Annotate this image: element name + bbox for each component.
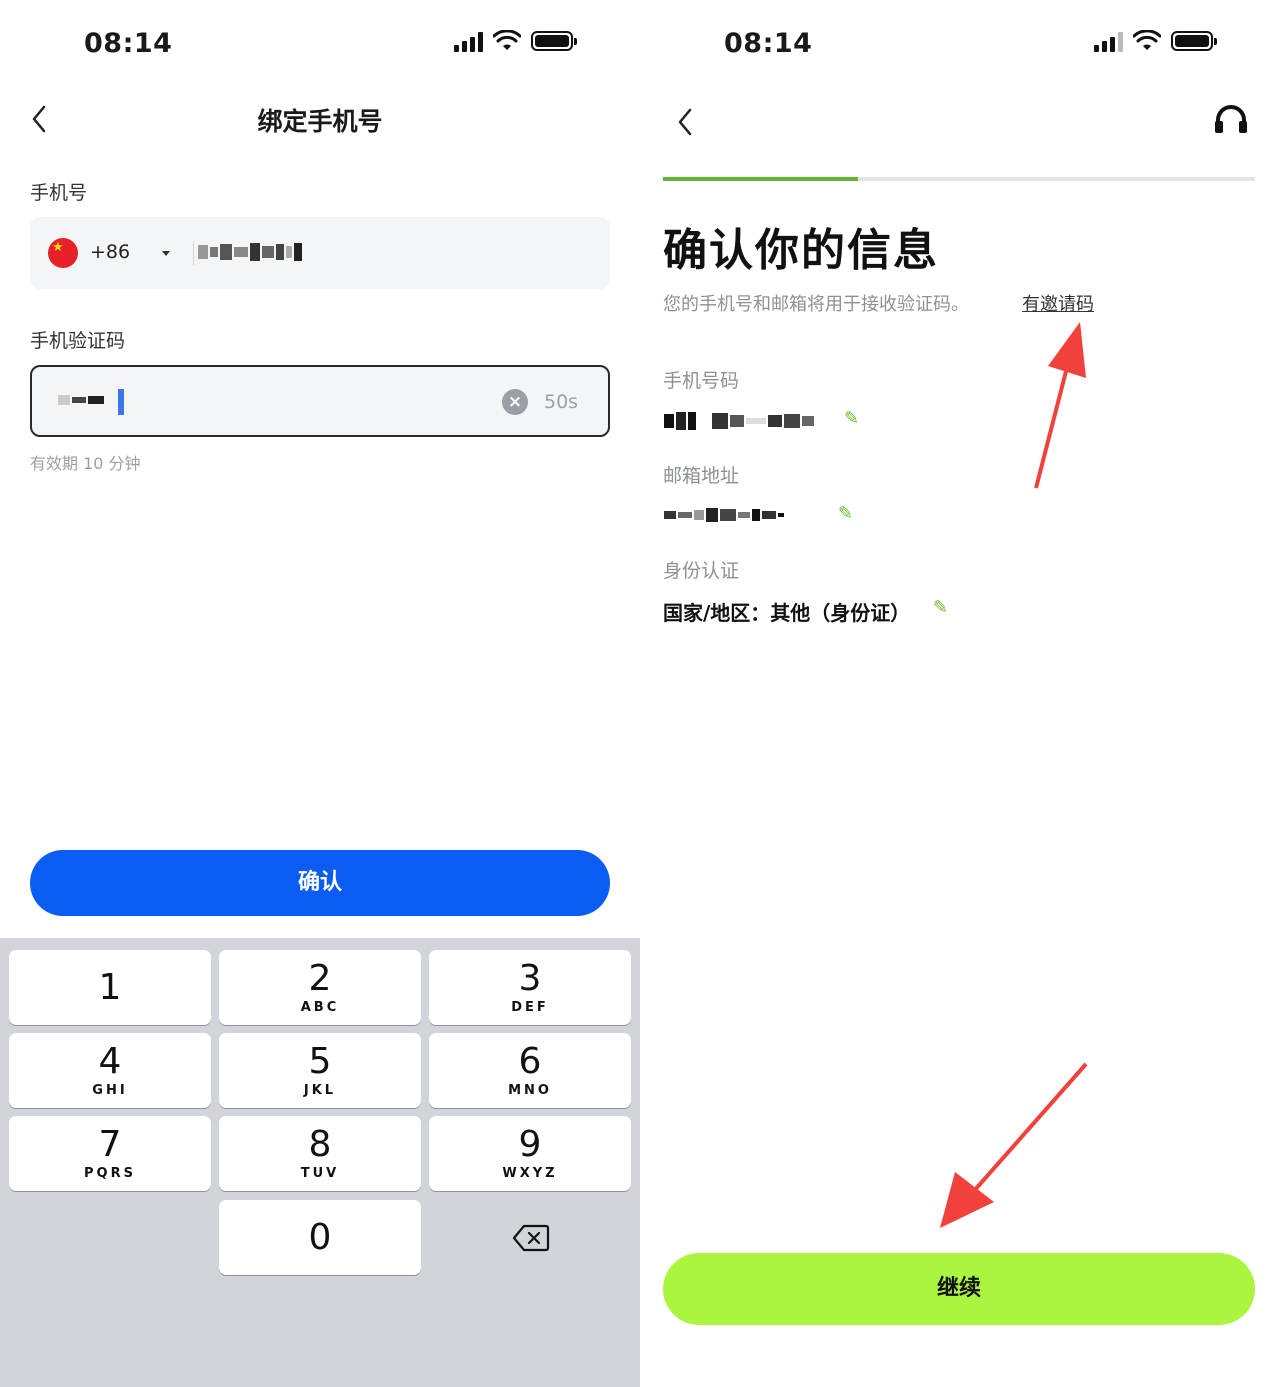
caret-down-icon [162,251,170,256]
phone-value-redacted [664,412,814,430]
battery-icon [1171,31,1217,51]
continue-button[interactable]: 继续 [663,1253,1255,1325]
numeric-keyboard: 1 2 ABC 3 DEF 4 GHI 5 JKL 6 MNO 7 PQRS 8 TUV 9W… [0,938,640,1387]
key-7[interactable]: 7 PQRS [9,1116,211,1191]
annotation-arrows [940,322,1088,1228]
phone-field[interactable]: ★ +86 [30,217,610,289]
email-label: 邮箱地址 [663,465,740,487]
bind-phone-screen: 08:14 绑定手机号 手机号 ★ +86 手机验证码 × 50s 有效期 10… [0,0,640,1387]
headset-icon [1215,105,1247,133]
key-5[interactable]: 5 JKL [219,1033,421,1108]
edit-email-icon[interactable]: ✎ [838,503,853,524]
resend-countdown: 50s [544,391,579,413]
text-cursor [118,389,124,415]
key-0[interactable]: 0 [219,1200,421,1275]
status-icons [1094,30,1217,52]
back-button[interactable] [676,107,694,145]
key-1[interactable]: 1 [9,950,211,1025]
identity-label: 身份认证 [663,560,740,582]
validity-hint: 有效期 10 分钟 [30,454,141,473]
status-time: 08:14 [84,28,173,59]
progress-bar [663,177,1255,181]
signal-icon [1094,30,1123,52]
divider [193,241,194,265]
phone-label: 手机号 [30,182,88,204]
arrow-to-continue-button [940,1062,1088,1228]
phone-label: 手机号码 [663,370,740,392]
status-time: 08:14 [724,28,813,59]
chevron-left-icon [678,108,692,136]
description: 您的手机号和邮箱将用于接收验证码。 [663,294,969,315]
backspace-icon [512,1224,550,1251]
email-value-redacted [664,508,784,522]
key-9[interactable]: 9 WXYZ [429,1116,631,1191]
confirm-button[interactable]: 确认 [30,850,610,916]
page-title: 绑定手机号 [257,107,383,136]
identity-value: 国家/地区：其他（身份证） [663,601,911,625]
wifi-icon [493,30,521,50]
signal-icon [454,30,483,52]
delete-key[interactable] [430,1200,632,1275]
key-4[interactable]: 4 GHI [9,1033,211,1108]
confirm-info-screen: 08:14 确认你的信息 您的手机号和邮箱将用于接收验证码。 有邀请码 手机号码… [640,0,1279,1387]
key-3[interactable]: 3 DEF [429,950,631,1025]
clear-icon[interactable]: × [502,389,528,415]
key-8[interactable]: 8 TUV [219,1116,421,1191]
support-button[interactable] [1214,104,1248,138]
country-code-selector[interactable]: +86 [90,241,130,263]
china-flag-icon: ★ [48,238,78,268]
code-redacted [58,395,104,405]
status-icons [454,30,577,52]
phone-number-redacted [198,243,302,261]
edit-phone-icon[interactable]: ✎ [844,408,859,429]
key-2[interactable]: 2 ABC [219,950,421,1025]
wifi-icon [1133,30,1161,50]
battery-icon [531,31,577,51]
edit-identity-icon[interactable]: ✎ [933,597,948,618]
verification-code-input[interactable]: × 50s [30,365,610,437]
key-6[interactable]: 6 MNO [429,1033,631,1108]
progress-fill [663,177,859,181]
code-label: 手机验证码 [30,330,126,352]
invite-code-link[interactable]: 有邀请码 [1022,290,1094,316]
page-title: 确认你的信息 [663,225,939,276]
arrow-to-invite-code [1034,322,1086,489]
